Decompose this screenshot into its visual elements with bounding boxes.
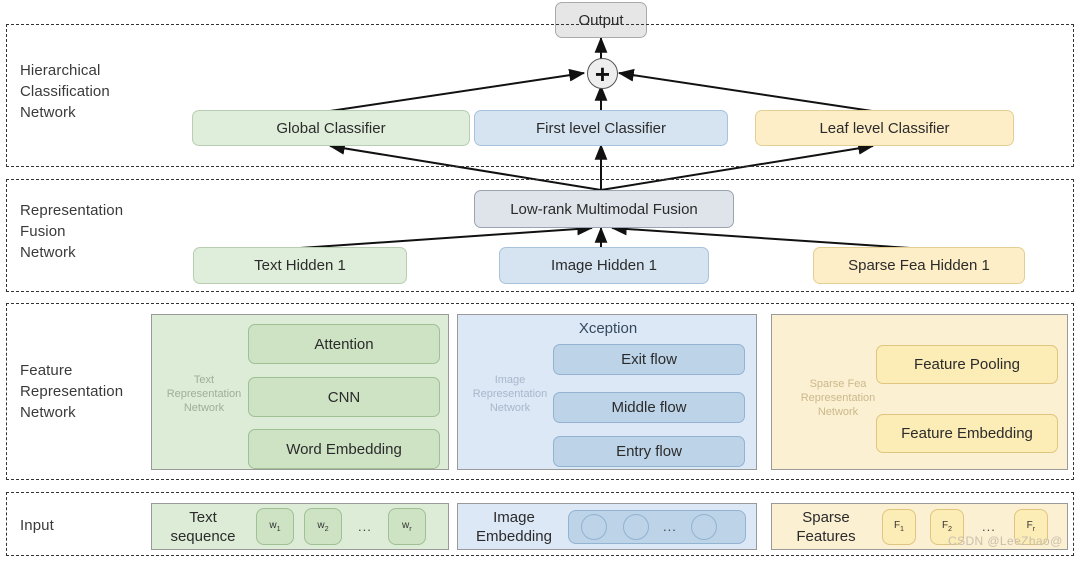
image-embedding-circle-1[interactable] xyxy=(581,513,607,540)
sparse-token-f1-label: F1 xyxy=(893,520,905,533)
first-level-classifier-node[interactable]: First level Classifier xyxy=(474,110,728,146)
leaf-level-classifier-label: Leaf level Classifier xyxy=(819,119,950,137)
feature-embedding-label: Feature Embedding xyxy=(901,425,1033,442)
feature-pooling-block[interactable]: Feature Pooling xyxy=(876,345,1058,384)
text-token-wr-sub: r xyxy=(409,524,412,533)
attention-block[interactable]: Attention xyxy=(248,324,440,364)
sparse-token-fr-label: Fr xyxy=(1026,520,1036,533)
text-token-w2-sub: 2 xyxy=(324,524,329,533)
text-token-w1[interactable]: w1 xyxy=(256,508,294,545)
sparse-token-f1[interactable]: F1 xyxy=(882,508,916,545)
text-token-wr-label: wr xyxy=(402,520,412,533)
first-level-classifier-label: First level Classifier xyxy=(535,119,667,137)
attention-label: Attention xyxy=(314,335,374,353)
diagram-canvas: Output + Hierarchical Classification Net… xyxy=(0,0,1080,561)
watermark-text: CSDN @LeeZhao@ xyxy=(948,534,1063,548)
text-representation-caption: Text Representation Network xyxy=(166,374,242,414)
text-token-wr[interactable]: wr xyxy=(387,508,426,545)
exit-flow-block[interactable]: Exit flow xyxy=(553,344,745,375)
image-hidden-1-label: Image Hidden 1 xyxy=(551,257,657,274)
entry-flow-label: Entry flow xyxy=(616,443,682,460)
section-label-fusion: Representation Fusion Network xyxy=(20,202,124,261)
middle-flow-block[interactable]: Middle flow xyxy=(553,392,745,423)
image-representation-caption: Image Representation Network xyxy=(472,374,548,414)
cnn-block[interactable]: CNN xyxy=(248,377,440,417)
text-token-w2[interactable]: w2 xyxy=(304,508,342,545)
section-label-input: Input xyxy=(20,517,54,534)
sparse-fea-hidden-1-node[interactable]: Sparse Fea Hidden 1 xyxy=(813,247,1025,284)
word-embedding-label: Word Embedding xyxy=(286,440,402,458)
section-label-hierarchical: Hierarchical Classification Network xyxy=(20,62,110,121)
word-embedding-block[interactable]: Word Embedding xyxy=(248,429,440,469)
sparse-token-f1-sub: 1 xyxy=(900,524,905,533)
text-token-ellipsis: ... xyxy=(358,519,372,534)
text-hidden-1-label: Text Hidden 1 xyxy=(254,257,346,274)
exit-flow-label: Exit flow xyxy=(621,351,677,368)
image-embedding-circle-2[interactable] xyxy=(623,513,649,540)
text-sequence-label: Text sequence xyxy=(170,508,236,545)
xception-title: Xception xyxy=(578,320,638,337)
sparse-features-label: Sparse Features xyxy=(796,508,856,545)
sparse-token-f2-label: F2 xyxy=(941,520,953,533)
sparse-fea-hidden-1-label: Sparse Fea Hidden 1 xyxy=(848,257,990,274)
feature-pooling-label: Feature Pooling xyxy=(914,356,1020,373)
text-sequence-input-strip: Text sequence w1 w2 ... wr xyxy=(151,503,449,550)
sparse-token-ellipsis: ... xyxy=(982,519,996,534)
image-embedding-ellipsis: ... xyxy=(663,519,677,534)
global-classifier-label: Global Classifier xyxy=(276,119,386,137)
feature-embedding-block[interactable]: Feature Embedding xyxy=(876,414,1058,453)
entry-flow-block[interactable]: Entry flow xyxy=(553,436,745,467)
sparse-token-f2-sub: 2 xyxy=(948,524,953,533)
image-embedding-vector-bar[interactable]: ... xyxy=(568,509,746,544)
image-embedding-circle-3[interactable] xyxy=(690,513,717,540)
cnn-label: CNN xyxy=(327,388,361,406)
text-token-w1-label: w1 xyxy=(269,520,281,533)
image-hidden-1-node[interactable]: Image Hidden 1 xyxy=(499,247,709,284)
text-hidden-1-node[interactable]: Text Hidden 1 xyxy=(193,247,407,284)
low-rank-multimodal-fusion-node[interactable]: Low-rank Multimodal Fusion xyxy=(474,190,734,228)
sparse-token-fr-sub: r xyxy=(1032,524,1036,533)
text-token-w2-label: w2 xyxy=(317,520,329,533)
middle-flow-label: Middle flow xyxy=(611,399,687,416)
leaf-level-classifier-node[interactable]: Leaf level Classifier xyxy=(755,110,1014,146)
image-embedding-input-strip: Image Embedding ... xyxy=(457,503,757,550)
image-embedding-label: Image Embedding xyxy=(476,508,552,545)
text-token-w1-sub: 1 xyxy=(276,524,281,533)
fusion-node-label: Low-rank Multimodal Fusion xyxy=(510,200,698,218)
global-classifier-node[interactable]: Global Classifier xyxy=(192,110,470,146)
sparse-fea-representation-caption: Sparse Fea Representation Network xyxy=(800,378,876,418)
